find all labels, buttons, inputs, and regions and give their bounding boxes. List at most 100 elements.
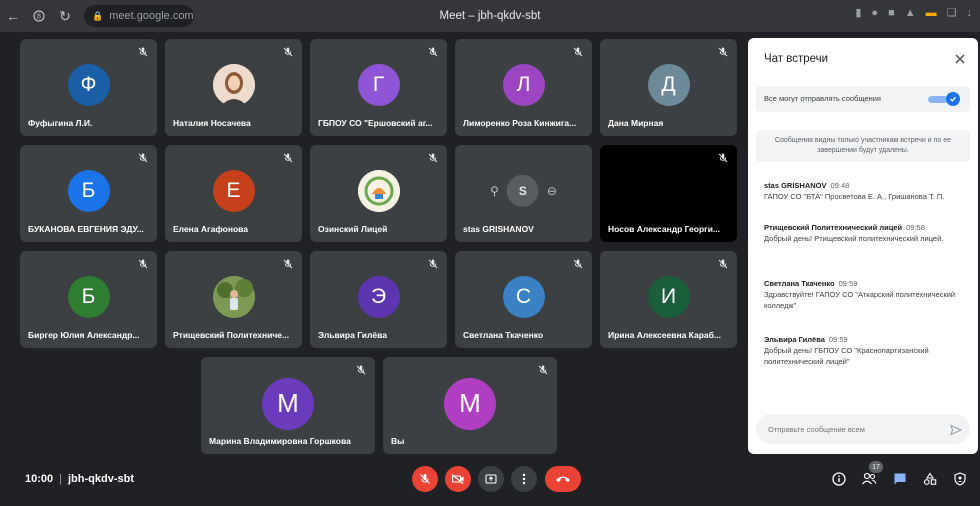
- participant-tile[interactable]: Носов Александр Георги...: [600, 145, 737, 242]
- pin-icon[interactable]: ⚲: [490, 183, 499, 197]
- participant-tile[interactable]: Э Эльвира Гилёва: [310, 251, 447, 348]
- message-text: Добрый день! ГБПОУ СО "Краснопартизански…: [764, 346, 929, 366]
- mic-muted-icon: [282, 257, 294, 269]
- chat-permission-toggle-track[interactable]: [928, 96, 948, 103]
- message-sender: Эльвира Гилёва: [764, 335, 825, 344]
- extension-icon[interactable]: 8: [26, 3, 52, 29]
- remove-icon[interactable]: ⊖: [547, 183, 557, 197]
- message-sender: Светлана Ткаченко: [764, 279, 835, 288]
- chat-permission-toggle[interactable]: [946, 92, 960, 106]
- mic-muted-icon: [282, 45, 294, 57]
- avatar: Ф: [67, 63, 110, 106]
- participant-tile[interactable]: Наталия Носачева: [165, 39, 302, 136]
- participant-tile[interactable]: Ртищевский Политехниче...: [165, 251, 302, 348]
- message-time: 09:48: [830, 181, 850, 190]
- battery-icon[interactable]: ▬: [926, 7, 937, 19]
- send-icon[interactable]: [950, 423, 963, 436]
- participant-tile[interactable]: Е Елена Агафонова: [165, 145, 302, 242]
- meeting-info-button[interactable]: [830, 470, 848, 488]
- chat-message: Светлана Ткаченко 09:59 Здравствуйте! ГАПО…: [764, 278, 970, 311]
- back-icon[interactable]: ←: [0, 3, 26, 29]
- avatar: Б: [67, 169, 110, 212]
- chat-button[interactable]: [891, 470, 909, 488]
- avatar: С: [502, 275, 545, 318]
- chat-icon: [894, 473, 906, 485]
- message-text: ГАПОУ СО "БТА" Просветова Е. А., Гришано…: [764, 192, 945, 201]
- mic-muted-icon: [427, 45, 439, 57]
- participant-tile[interactable]: Б БУКАНОВА ЕВГЕНИЯ ЭДУ...: [20, 145, 157, 242]
- camera-icon[interactable]: ▮: [855, 6, 861, 19]
- participant-tile[interactable]: Л Лиморенко Роза Кинжига...: [455, 39, 592, 136]
- chat-panel: Чат встречи Все могут отправлять сообщен…: [748, 38, 978, 454]
- mic-icon[interactable]: ●: [871, 7, 878, 19]
- participant-tile[interactable]: Д Дана Мирная: [600, 39, 737, 136]
- reload-icon[interactable]: ↻: [52, 3, 78, 29]
- bookmark-icon[interactable]: ▲: [905, 7, 916, 19]
- chat-message: Эльвира Гилёва 09:59 Добрый день! ГБПОУ СО…: [764, 334, 970, 367]
- participant-name: Лиморенко Роза Кинжига...: [463, 118, 577, 128]
- participant-tile[interactable]: Ф Фуфыгина Л.И.: [20, 39, 157, 136]
- participant-name: Ртищевский Политехниче...: [173, 330, 290, 340]
- participant-tile[interactable]: Г ГБПОУ СО "Ершовский аг...: [310, 39, 447, 136]
- tile-hover-controls: ⚲ S ⊖: [490, 174, 557, 207]
- message-sender: stas GRISHANOV: [764, 181, 827, 190]
- people-icon: [862, 472, 877, 485]
- shield-icon: [954, 472, 966, 486]
- present-button[interactable]: [478, 466, 504, 492]
- avatar: Е: [212, 169, 255, 212]
- participant-name: Светлана Ткаченко: [463, 330, 544, 340]
- participant-tile[interactable]: М Марина Владимировна Горшкова: [201, 357, 375, 454]
- mic-off-icon: [420, 474, 430, 484]
- browser-extensions: ▮ ● ■ ▲ ▬ ❏ ↓: [855, 6, 973, 20]
- participant-name: Носов Александр Георги...: [608, 224, 721, 234]
- camera-toggle-button[interactable]: [445, 466, 471, 492]
- message-text: Добрый день! Ртищевский политехнический …: [764, 234, 944, 243]
- participant-tile[interactable]: С Светлана Ткаченко: [455, 251, 592, 348]
- message-time: 09:58: [906, 223, 925, 232]
- download-icon[interactable]: ↓: [967, 7, 973, 19]
- participant-tile[interactable]: Б Биргер Юлия Александр...: [20, 251, 157, 348]
- participant-name: Наталия Носачева: [173, 118, 251, 128]
- meeting-details: 10:00 | jbh-qkdv-sbt: [25, 473, 134, 485]
- participants-button[interactable]: [860, 470, 878, 488]
- chat-permission-label: Все могут отправлять сообщения: [764, 94, 881, 103]
- participant-name: Елена Агафонова: [173, 224, 248, 234]
- chat-permission-row: Все могут отправлять сообщения: [756, 86, 970, 112]
- more-vert-icon: [522, 473, 526, 485]
- chat-message-input[interactable]: [756, 414, 970, 444]
- comment-icon[interactable]: ■: [888, 7, 895, 19]
- message-text: Здравствуйте! ГАПОУ СО "Аткарский полите…: [764, 290, 956, 310]
- address-bar[interactable]: 🔒 meet.google.com: [84, 5, 194, 27]
- more-options-button[interactable]: [511, 466, 537, 492]
- school-logo-avatar: [357, 169, 400, 212]
- photo-avatar: [212, 63, 255, 106]
- host-controls-button[interactable]: [951, 470, 969, 488]
- participant-tile[interactable]: Озинский Лицей: [310, 145, 447, 242]
- participant-name: БУКАНОВА ЕВГЕНИЯ ЭДУ...: [28, 224, 144, 234]
- close-icon[interactable]: [954, 52, 966, 64]
- participant-name: Дана Мирная: [608, 118, 664, 128]
- avatar: М: [262, 377, 314, 430]
- avatar: Л: [502, 63, 545, 106]
- mic-toggle-button[interactable]: [412, 466, 438, 492]
- participant-tile[interactable]: М Вы: [383, 357, 557, 454]
- mic-muted-icon: [427, 151, 439, 163]
- leave-call-button[interactable]: [545, 466, 581, 492]
- avatar: S: [506, 174, 539, 207]
- lock-icon: 🔒: [92, 10, 104, 21]
- avatar: Г: [357, 63, 400, 106]
- photo-avatar: [212, 275, 255, 318]
- participant-name: Фуфыгина Л.И.: [28, 118, 93, 128]
- avatar: Б: [67, 275, 110, 318]
- participant-tile[interactable]: ⚲ S ⊖ stas GRISHANOV: [455, 145, 592, 242]
- mic-muted-icon: [717, 257, 729, 269]
- chat-title: Чат встречи: [764, 53, 829, 65]
- participant-tile[interactable]: И Ирина Алексеевна Караб...: [600, 251, 737, 348]
- activities-button[interactable]: [921, 470, 939, 488]
- participant-name: Ирина Алексеевна Караб...: [608, 330, 721, 340]
- camera-off-icon: [451, 474, 464, 484]
- info-icon: [832, 472, 846, 486]
- avatar: Э: [357, 275, 400, 318]
- svg-text:8: 8: [37, 14, 41, 21]
- puzzle-icon[interactable]: ❏: [947, 6, 957, 19]
